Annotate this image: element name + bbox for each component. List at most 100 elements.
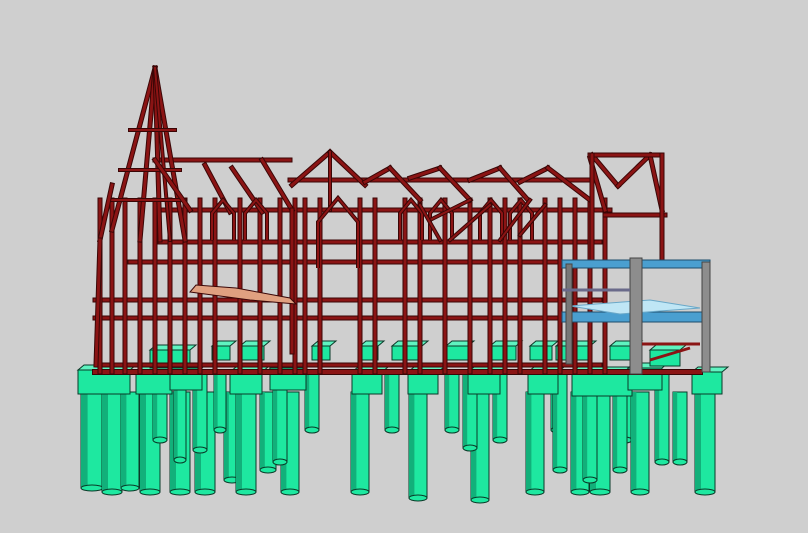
pile-cap-top — [358, 340, 386, 347]
roof-truss-frame — [92, 64, 703, 375]
member-body — [545, 165, 593, 203]
gable-rafter — [406, 164, 444, 182]
pile-cap — [390, 340, 430, 361]
gable-rafter — [386, 164, 424, 204]
pile-shade — [385, 372, 390, 430]
pile-shade — [695, 392, 701, 492]
steel-column — [701, 261, 711, 373]
member-body — [229, 165, 265, 215]
pile-shade — [571, 392, 577, 492]
pile-shade — [236, 392, 242, 492]
pile-shade — [214, 372, 218, 430]
pile — [408, 391, 428, 502]
pile-tip — [152, 436, 168, 444]
pile — [101, 391, 123, 496]
pile-cap-face — [407, 371, 439, 395]
pile-shade — [81, 392, 88, 488]
pile-tip — [194, 488, 216, 496]
member-body — [615, 152, 653, 189]
pile-shade — [673, 392, 678, 462]
pile-cap — [358, 340, 386, 361]
pile — [630, 391, 650, 496]
steel-column — [565, 263, 573, 365]
pile — [350, 391, 370, 496]
pile-tip — [173, 456, 187, 464]
pile-shade — [260, 392, 265, 470]
member-body — [437, 165, 473, 203]
pile-tip — [492, 436, 508, 444]
pile-tip — [470, 496, 490, 504]
pile-tip — [139, 488, 161, 496]
pile-cap-face — [351, 371, 383, 395]
pile-cap-face — [467, 371, 501, 395]
pile-tip — [235, 488, 257, 496]
pile-cap-face — [571, 371, 633, 397]
pile-tip — [80, 484, 104, 492]
pile-shade — [121, 392, 127, 488]
pile-tip — [444, 426, 460, 434]
pile — [235, 391, 257, 496]
3d-model-viewport[interactable] — [0, 0, 808, 533]
pile-tip — [259, 466, 277, 474]
pile-cap-face — [529, 345, 553, 361]
member-body — [259, 157, 295, 213]
pile-cap-top — [648, 344, 688, 351]
pile — [694, 391, 716, 496]
pile-tip — [582, 476, 598, 484]
pile-tip — [192, 446, 208, 454]
pile-shade — [526, 392, 532, 492]
pile-tip — [272, 458, 288, 466]
pile — [525, 391, 545, 496]
pile-tip — [384, 426, 400, 434]
pile — [120, 391, 140, 492]
pile-shade — [463, 372, 468, 448]
pile-shade — [140, 390, 146, 492]
pile-tip — [304, 426, 320, 434]
pile-tip — [213, 426, 227, 434]
pile-shade — [102, 392, 108, 492]
pile-cap-face — [135, 371, 173, 395]
pile-cap — [238, 340, 272, 361]
gable-rafter — [544, 164, 594, 204]
pile-tip — [672, 458, 688, 466]
pile-cap-top — [390, 340, 430, 347]
pile — [444, 371, 460, 434]
gable-rafter — [258, 156, 296, 214]
pile — [384, 371, 400, 434]
pile-tip — [589, 488, 611, 496]
member-body — [497, 165, 531, 203]
pile-tip — [350, 488, 370, 496]
pile-tip — [120, 484, 140, 492]
member-body — [408, 166, 442, 180]
pile-shade — [409, 392, 415, 498]
pile-tip — [612, 466, 628, 474]
pile-shade — [351, 392, 357, 492]
pile-tip — [694, 488, 716, 496]
pile-cap-face — [691, 371, 723, 395]
pile-shade — [445, 372, 450, 430]
pile-tip — [630, 488, 650, 496]
pile-tip — [552, 466, 568, 474]
pile-tip — [101, 488, 123, 496]
steel-column — [629, 257, 643, 375]
pile-cap-face — [445, 345, 469, 361]
pile-cap — [310, 340, 338, 361]
pile-tip — [525, 488, 545, 496]
pile-cap-face — [527, 371, 559, 395]
pile-shade — [631, 392, 637, 492]
gable-rafter — [228, 164, 266, 216]
pile-cap-face — [229, 371, 263, 395]
pile-tip — [654, 458, 670, 466]
pile — [80, 391, 104, 492]
gable-rafter — [496, 164, 532, 204]
pile — [213, 371, 227, 434]
structural-model-render — [76, 64, 730, 504]
pile-cap-top — [238, 340, 272, 347]
pile — [304, 371, 320, 434]
pile-tip — [280, 488, 300, 496]
pile-tip — [570, 488, 590, 496]
pile-tip — [408, 494, 428, 502]
gable-rafter — [614, 151, 654, 190]
member-body — [387, 165, 423, 203]
pile-tip — [169, 488, 191, 496]
